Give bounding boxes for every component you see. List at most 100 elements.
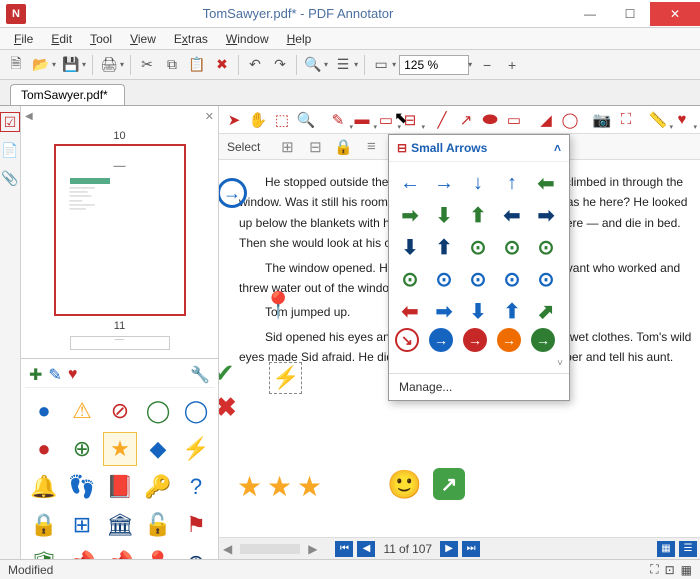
stamp-bolt[interactable]: ⚡ (179, 432, 213, 466)
print-button[interactable]: 🖨 (97, 53, 121, 77)
tool-lasso[interactable]: ◯ (559, 109, 581, 131)
open-button[interactable]: 📂 (29, 53, 53, 77)
tool-pan[interactable]: ✋ (247, 109, 269, 131)
status-fullscreen-icon[interactable]: ⛶ (650, 562, 658, 577)
page-view-dropdown[interactable]: ▾ (392, 60, 396, 69)
arrow-left-blue[interactable]: ← (395, 168, 425, 198)
annotation-smile[interactable]: 🙂 (387, 468, 422, 501)
arrow-right-circle-solid-blue[interactable]: → (429, 328, 453, 352)
arrow-up-circle-blue[interactable]: ⊙ (531, 264, 561, 294)
arrow-diag-box-green[interactable]: ⬈ (531, 296, 561, 326)
select-lock-icon[interactable]: 🔒 (332, 136, 354, 158)
annotation-pin[interactable]: 📍 (262, 290, 294, 321)
stamp-building[interactable]: 🏛 (103, 508, 137, 542)
stamp-plus-circle[interactable]: ⊕ (65, 432, 99, 466)
document-tab[interactable]: TomSawyer.pdf* (10, 84, 125, 105)
arrow-up-blue[interactable]: ↑ (497, 168, 527, 198)
sidebar-close-icon[interactable]: ✕ (205, 110, 214, 123)
popup-scroll-down[interactable]: ˅ (557, 358, 563, 369)
thumbnail-current[interactable]: ━━━━ ━━━━━━━━━━━━━━━━━━━━━━━━━━━━━━━━━━━… (54, 144, 186, 316)
tool-stamp[interactable]: ⊟ (399, 109, 421, 131)
cut-button[interactable]: ✂ (135, 53, 159, 77)
nav-last-page[interactable]: ⏭ (462, 541, 480, 557)
page-view-button[interactable]: ▭ (369, 53, 393, 77)
arrow-down-solid-dblue[interactable]: ⬇ (395, 232, 425, 262)
save-dropdown[interactable]: ▾ (82, 60, 86, 69)
close-button[interactable]: ✕ (650, 2, 700, 26)
zoom-in-button[interactable]: + (500, 53, 524, 77)
undo-button[interactable]: ↶ (243, 53, 267, 77)
stamp-shield[interactable]: 🛡 (27, 546, 61, 559)
menu-view[interactable]: View (122, 30, 164, 48)
tool-zoom[interactable]: 🔍 (295, 109, 317, 131)
arrow-up-circle-green[interactable]: ⬆ (463, 200, 493, 230)
find-button[interactable]: 🔍 (301, 53, 325, 77)
arrow-right-solid-dblue[interactable]: ➡ (531, 200, 561, 230)
annotation-star-1[interactable]: ★ (237, 470, 262, 503)
palette-pencil-icon[interactable]: ✎ (48, 365, 61, 385)
tool-rectangle[interactable]: ▭ (503, 109, 525, 131)
find-dropdown[interactable]: ▾ (324, 60, 328, 69)
stamp-key[interactable]: 🔑 (141, 470, 175, 504)
annotation-box-arrow[interactable]: ↗ (433, 468, 465, 500)
stamp-lock[interactable]: 🔒 (27, 508, 61, 542)
zoom-dropdown[interactable]: ▾ (468, 60, 472, 69)
tool-arrow[interactable]: ↗ (455, 109, 477, 131)
menu-window[interactable]: Window (218, 30, 277, 48)
arrow-right-circle-solid-orange[interactable]: → (497, 328, 521, 352)
menu-file[interactable]: File (6, 30, 41, 48)
nav-first-page[interactable]: ⏮ (335, 541, 353, 557)
arrow-right-circle-solid-red[interactable]: → (463, 328, 487, 352)
stamp-diamond[interactable]: ◆ (141, 432, 175, 466)
select-align-icon[interactable]: ≡ (360, 136, 382, 158)
tool-line[interactable]: ╱ (431, 109, 453, 131)
arrow-right-circle-blue[interactable]: ⊙ (463, 264, 493, 294)
horizontal-scrollbar[interactable] (240, 544, 300, 554)
arrow-left-circle-blue[interactable]: ⊙ (429, 264, 459, 294)
annotation-star-3[interactable]: ★ (297, 470, 322, 503)
stamp-question[interactable]: ? (179, 470, 213, 504)
stamp-minus[interactable]: ● (27, 432, 61, 466)
nav-scroll-right[interactable]: ▶ (308, 542, 317, 556)
stamp-flag[interactable]: ⚑ (179, 508, 213, 542)
menu-extras[interactable]: Extras (166, 30, 216, 48)
open-dropdown[interactable]: ▾ (52, 60, 56, 69)
stamp-dot[interactable]: ● (27, 394, 61, 428)
sidebar-pin-icon[interactable]: ◀ (25, 111, 33, 122)
stamp-book[interactable]: 📕 (103, 470, 137, 504)
rail-thumbnails[interactable]: ☑ (0, 112, 20, 132)
annotation-check[interactable]: ✔ (219, 358, 235, 389)
arrow-up-outline-green[interactable]: ⊙ (395, 264, 425, 294)
redo-button[interactable]: ↷ (268, 53, 292, 77)
stamp-pushpin2[interactable]: 📌 (103, 546, 137, 559)
arrow-right-circle-green-1[interactable]: ➡ (395, 200, 425, 230)
arrow-down-circle-green[interactable]: ⬇ (429, 200, 459, 230)
nav-scroll-left[interactable]: ◀ (223, 542, 232, 556)
nav-layout-1[interactable]: ▦ (657, 541, 675, 557)
arrow-down-outline-green[interactable]: ⊙ (531, 232, 561, 262)
minimize-button[interactable]: — (570, 2, 610, 26)
stamp-target[interactable]: ⊕ (179, 546, 213, 559)
stamp-warning[interactable]: ⚠ (65, 394, 99, 428)
annotation-x[interactable]: ✖ (219, 392, 237, 423)
delete-button[interactable]: ✖ (210, 53, 234, 77)
stamp-unlock[interactable]: 🔓 (141, 508, 175, 542)
print-dropdown[interactable]: ▾ (120, 60, 124, 69)
tool-snapshot[interactable]: 📷 (591, 109, 613, 131)
stamp-bell[interactable]: 🔔 (27, 470, 61, 504)
arrow-left-solid-red[interactable]: ⬅ (395, 296, 425, 326)
menu-help[interactable]: Help (279, 30, 320, 48)
stamp-ring[interactable]: ◯ (179, 394, 213, 428)
palette-plus-icon[interactable]: ✚ (29, 365, 42, 385)
stamp-star-selected[interactable]: ★ (103, 432, 137, 466)
paste-button[interactable]: 📋 (185, 53, 209, 77)
nav-prev-page[interactable]: ◀ (357, 541, 375, 557)
stamp-no-entry[interactable]: ⊘ (103, 394, 137, 428)
annotation-star-2[interactable]: ★ (267, 470, 292, 503)
tool-text-select[interactable]: ⬚ (271, 109, 293, 131)
arrow-right-circle-solid-green[interactable]: → (531, 328, 555, 352)
thumbnail-next[interactable]: ━━━━ (70, 336, 170, 350)
arrow-down-circle-blue[interactable]: ⊙ (497, 264, 527, 294)
save-button[interactable]: 💾 (59, 53, 83, 77)
tool-highlighter[interactable]: ▬ (351, 109, 373, 131)
